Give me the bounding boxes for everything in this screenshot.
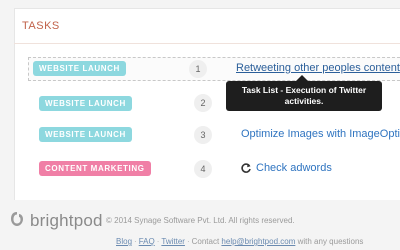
task-link[interactable]: Retweeting other peoples content [236, 62, 400, 74]
brand-name: brightpod [30, 211, 103, 230]
footer-link-twitter[interactable]: Twitter [161, 237, 185, 246]
tooltip-line: Task List - Execution of Twitter [241, 85, 367, 95]
copyright-text: © 2014 Synage Software Pvt. Ltd. All rig… [106, 216, 295, 225]
task-number: 4 [194, 160, 212, 178]
project-badge[interactable]: WEBSITE LAUNCH [33, 61, 126, 76]
task-tooltip: Task List - Execution of Twitter activit… [226, 81, 382, 111]
contact-prefix: Contact [191, 237, 220, 246]
footer-links: Blog · FAQ · Twitter · Contact help@brightpod.… [116, 237, 364, 246]
footer-link-blog[interactable]: Blog [116, 237, 132, 246]
tooltip-line: activities. [284, 96, 324, 106]
section-title: TASKS [22, 20, 60, 32]
refresh-icon[interactable] [240, 162, 252, 174]
task-number: 3 [194, 126, 212, 144]
contact-email-link[interactable]: help@brightpod.com [221, 237, 295, 246]
project-badge[interactable]: WEBSITE LAUNCH [39, 96, 132, 111]
project-badge[interactable]: WEBSITE LAUNCH [39, 127, 132, 142]
footer-link-faq[interactable]: FAQ [139, 237, 155, 246]
title-divider [14, 43, 400, 44]
task-row[interactable]: WEBSITE LAUNCH 3 Optimize Images with Im… [0, 124, 400, 152]
brightpod-logo-icon [11, 212, 23, 226]
footer: brightpod © 2014 Synage Software Pvt. Lt… [0, 205, 400, 250]
task-row[interactable]: CONTENT MARKETING 4 Check adwords [0, 158, 400, 186]
task-number: 1 [189, 60, 207, 78]
task-link[interactable]: Optimize Images with ImageOptim [241, 128, 400, 140]
contact-suffix: with any questions [297, 237, 364, 246]
task-number: 2 [194, 94, 212, 112]
project-badge[interactable]: CONTENT MARKETING [39, 161, 151, 176]
task-link[interactable]: Check adwords [256, 162, 332, 174]
